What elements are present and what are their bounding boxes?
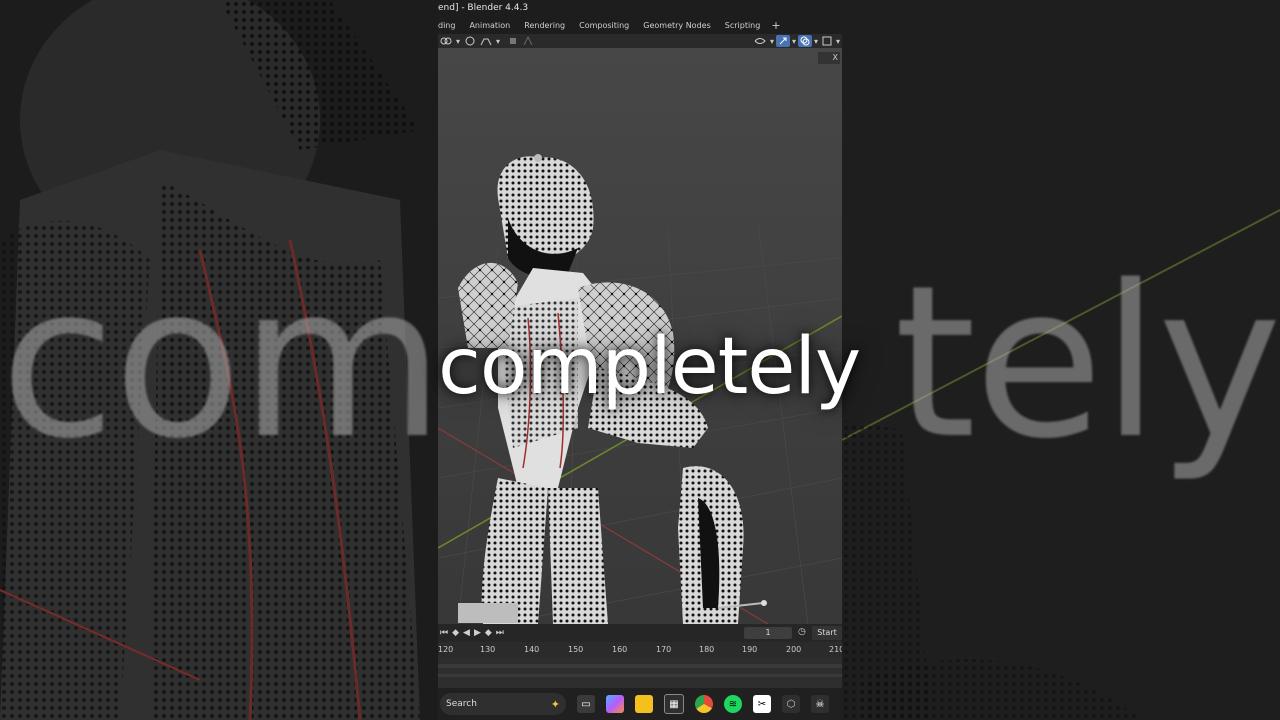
timeline-track[interactable]	[438, 658, 842, 688]
timeline-header: ⏮ ◆ ◀ ▶ ◆ ⏭ 1 ◷ Start	[438, 624, 842, 642]
snap-icon[interactable]	[506, 35, 520, 47]
ruler-tick: 170	[656, 645, 672, 654]
falloff-icon[interactable]	[478, 35, 494, 47]
ruler-tick: 160	[612, 645, 628, 654]
tab-rendering[interactable]: Rendering	[517, 21, 572, 30]
proportional-edit-icon[interactable]	[462, 35, 478, 47]
chevron-down-icon[interactable]: ▾	[812, 35, 820, 47]
start-frame-label[interactable]: Start	[812, 626, 842, 640]
chevron-down-icon[interactable]: ▾	[454, 35, 462, 47]
jump-end-icon[interactable]: ⏭	[494, 628, 506, 638]
add-workspace-button[interactable]: +	[767, 19, 784, 32]
tab-geometry-nodes[interactable]: Geometry Nodes	[636, 21, 717, 30]
chrome-icon[interactable]	[695, 695, 713, 713]
spotify-icon[interactable]: ≋	[724, 695, 742, 713]
tab-animation[interactable]: Animation	[462, 21, 517, 30]
search-box[interactable]: Search ✦	[440, 693, 566, 715]
ruler-tick: 130	[480, 645, 496, 654]
close-icon[interactable]: X	[818, 52, 840, 64]
background-right: tely	[842, 0, 1280, 720]
play-icon[interactable]: ▶	[472, 628, 483, 638]
ruler-tick: 120	[438, 645, 454, 654]
copilot-icon[interactable]	[606, 695, 624, 713]
chevron-down-icon[interactable]: ▾	[834, 35, 842, 47]
skull-app-icon[interactable]: ☠	[811, 695, 829, 713]
jump-start-icon[interactable]: ⏮	[438, 628, 450, 638]
chevron-down-icon[interactable]: ▾	[768, 35, 776, 47]
current-frame-field[interactable]: 1	[744, 627, 792, 639]
tab-shading[interactable]: ding	[438, 21, 462, 30]
capcut-icon[interactable]: ✂	[753, 695, 771, 713]
chevron-down-icon[interactable]: ▾	[494, 35, 502, 47]
clock-icon[interactable]: ◷	[798, 627, 806, 637]
ruler-tick: 180	[699, 645, 715, 654]
gizmo-icon[interactable]	[775, 35, 790, 47]
mirror-icon[interactable]	[520, 35, 536, 47]
xray-icon[interactable]	[820, 35, 834, 47]
background-caption-right: tely	[893, 240, 1280, 485]
unity-icon[interactable]: ⬡	[782, 695, 800, 713]
store-icon[interactable]: ▦	[664, 694, 684, 714]
visibility-icon[interactable]	[752, 35, 768, 47]
tab-scripting[interactable]: Scripting	[718, 21, 768, 30]
file-explorer-icon[interactable]	[635, 695, 653, 713]
taskbar: Search ✦ ▭ ▦ ≋ ✂ ⬡ ☠	[438, 688, 842, 720]
background-caption-left: com	[0, 240, 438, 485]
ruler-tick: 190	[742, 645, 758, 654]
timeline-ruler[interactable]: 120 130 140 150 160 170 180 190 200 210	[438, 642, 842, 658]
copilot-spark-icon: ✦	[550, 697, 560, 711]
tab-compositing[interactable]: Compositing	[572, 21, 636, 30]
viewport-header: ▾ ▾ ▾ ▾ ▾ ▾	[438, 34, 842, 48]
window-title: end] - Blender 4.4.3	[438, 0, 842, 16]
task-view-icon[interactable]: ▭	[577, 695, 595, 713]
background-left: com	[0, 0, 438, 720]
play-reverse-icon[interactable]: ◀	[461, 628, 472, 638]
link-icon[interactable]	[438, 35, 454, 47]
overlays-icon[interactable]	[797, 35, 812, 47]
chevron-down-icon[interactable]: ▾	[790, 35, 798, 47]
workspace-tabs: ding Animation Rendering Compositing Geo…	[438, 16, 842, 34]
ruler-tick: 150	[568, 645, 584, 654]
search-placeholder: Search	[446, 699, 477, 709]
caption-text: completely	[438, 322, 861, 412]
ruler-tick: 210	[829, 645, 842, 654]
prev-keyframe-icon[interactable]: ◆	[450, 628, 461, 638]
ruler-tick: 140	[524, 645, 540, 654]
ruler-tick: 200	[786, 645, 802, 654]
next-keyframe-icon[interactable]: ◆	[483, 628, 494, 638]
